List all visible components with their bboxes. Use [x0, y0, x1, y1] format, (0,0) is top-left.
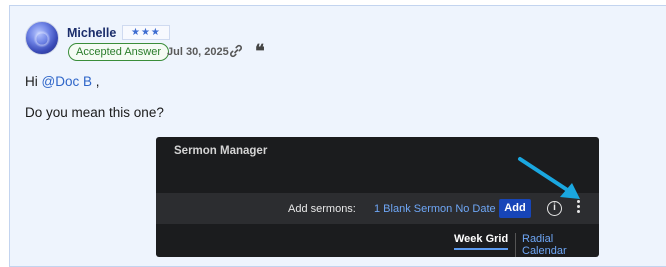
greeting-suffix: , [91, 74, 100, 89]
mention-link[interactable]: @Doc B [42, 74, 92, 89]
tab-radial-calendar: Radial Calendar [515, 233, 599, 257]
add-sermons-label: Add sermons: [288, 203, 356, 215]
greeting-line: Hi @Doc B , [25, 74, 99, 89]
author-name[interactable]: Michelle [67, 26, 116, 40]
link-icon[interactable] [229, 44, 243, 58]
post-date: Jul 30, 2025 [167, 46, 229, 58]
rank-badge: ★★★ [122, 25, 170, 40]
quote-icon[interactable]: ❝ [255, 43, 265, 61]
info-icon: i [547, 201, 562, 216]
tab-week-grid: Week Grid [454, 233, 509, 250]
greeting-prefix: Hi [25, 74, 42, 89]
embedded-screenshot[interactable]: Sermon Manager Add sermons: 1 Blank Serm… [156, 137, 599, 257]
accepted-answer-badge: Accepted Answer [68, 43, 169, 61]
pointer-arrow-icon [518, 157, 580, 199]
avatar[interactable] [25, 21, 59, 55]
accepted-answer-post: Michelle ★★★ Accepted Answer Jul 30, 202… [9, 5, 666, 267]
blank-sermon-link: 1 Blank Sermon No Date [374, 203, 496, 215]
screenshot-title: Sermon Manager [174, 145, 268, 157]
post-body: Do you mean this one? [25, 105, 164, 120]
